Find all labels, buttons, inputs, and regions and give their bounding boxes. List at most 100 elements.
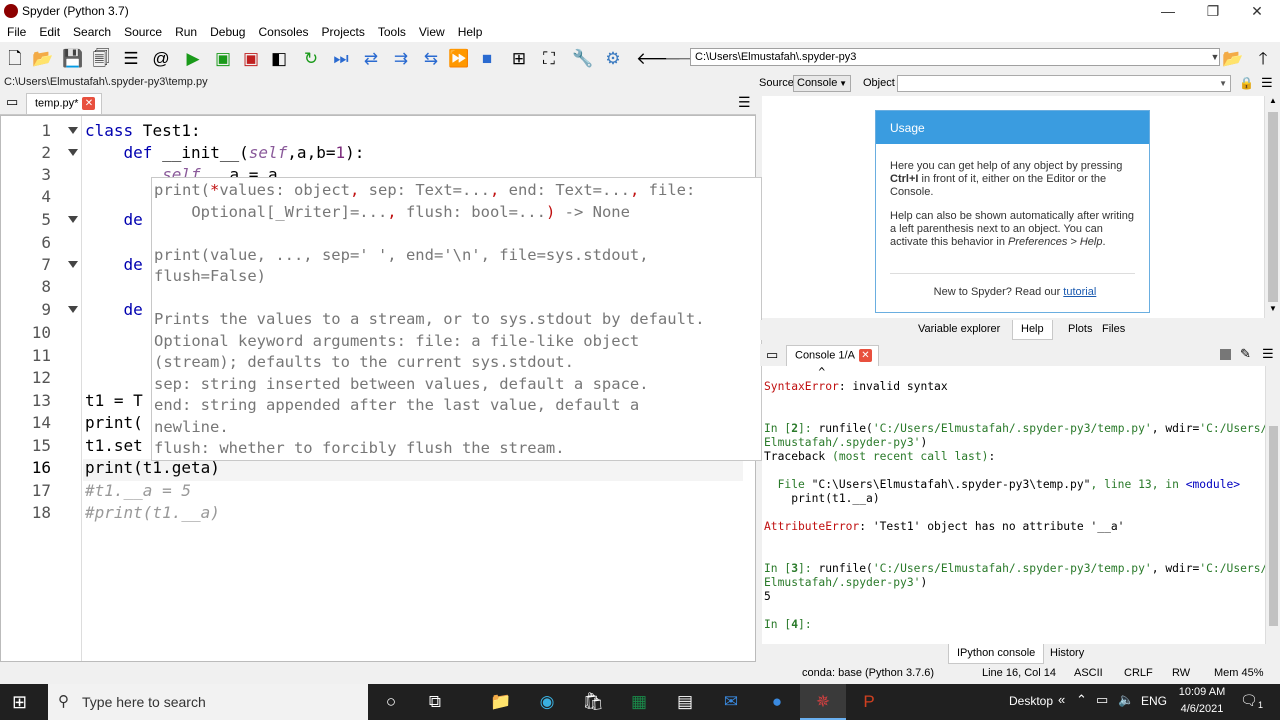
menu-edit[interactable]: Edit xyxy=(32,22,66,39)
run-cell-icon[interactable]: ▣ xyxy=(212,48,234,70)
menu-debug[interactable]: Debug xyxy=(203,22,251,39)
stop-kernel-icon[interactable] xyxy=(1220,349,1231,360)
tab-help[interactable]: Help xyxy=(1012,320,1053,340)
run-selection-icon[interactable]: ◧ xyxy=(268,48,290,70)
lock-icon[interactable]: 🔒 xyxy=(1239,76,1254,90)
desktop-toolbar-label[interactable]: Desktop xyxy=(1009,694,1053,708)
clock-date[interactable]: 4/6/2021 xyxy=(1176,703,1228,715)
chevron-icon[interactable]: « xyxy=(1058,692,1065,707)
tab-variable-explorer[interactable]: Variable explorer xyxy=(910,320,1008,340)
ipython-console[interactable]: ^ SyntaxError: invalid syntax In [2]: ru… xyxy=(762,366,1265,644)
options-menu-icon[interactable]: ☰ xyxy=(738,94,751,111)
menu-consoles[interactable]: Consoles xyxy=(251,22,314,39)
code-line: t1.set xyxy=(85,436,143,455)
menu-projects[interactable]: Projects xyxy=(315,22,371,39)
forward-arrow-icon[interactable]: 🡒 xyxy=(664,48,710,70)
scroll-thumb[interactable] xyxy=(1268,112,1278,302)
back-arrow-icon[interactable]: 🡐 xyxy=(636,48,682,70)
calltip-text: , xyxy=(630,181,649,199)
fold-arrow-icon[interactable] xyxy=(68,216,78,223)
tab-ipython-console[interactable]: IPython console xyxy=(948,644,1045,664)
minimize-button[interactable]: — xyxy=(1146,0,1190,22)
object-input[interactable]: ▼ xyxy=(897,75,1231,92)
source-select[interactable]: Console ▼ xyxy=(793,75,851,92)
at-icon[interactable]: @ xyxy=(150,48,172,70)
help-scrollbar[interactable]: ▲ ▼ xyxy=(1264,96,1280,318)
zoom-icon[interactable]: ● xyxy=(764,690,790,714)
tab-console-1a[interactable]: Console 1/A ✕ xyxy=(786,345,879,366)
stop-icon[interactable]: ■ xyxy=(476,48,498,70)
parent-dir-arrow-icon[interactable]: 🡑 xyxy=(1252,48,1274,70)
run-cell-advance-icon[interactable]: ▣ xyxy=(240,48,262,70)
step-icon[interactable]: ⇄ xyxy=(360,48,382,70)
save-all-icon[interactable]: 🗐 xyxy=(90,48,112,70)
new-file-icon[interactable]: 🗋 xyxy=(4,48,26,70)
store-icon[interactable]: 🛍 xyxy=(580,690,606,714)
volume-icon[interactable]: 🔈 xyxy=(1118,692,1134,708)
options-menu-icon[interactable]: ☰ xyxy=(1262,346,1274,362)
tab-temp-py[interactable]: temp.py* ✕ xyxy=(26,93,103,114)
fullscreen-icon[interactable]: ⛶ xyxy=(538,48,560,70)
step-return-icon[interactable]: ⇆ xyxy=(420,48,442,70)
battery-icon[interactable]: ▭ xyxy=(1096,692,1108,708)
menu-help[interactable]: Help xyxy=(451,22,489,39)
fold-arrow-icon[interactable] xyxy=(68,149,78,156)
list-icon[interactable]: ☰ xyxy=(120,48,142,70)
eraser-icon[interactable]: ✎ xyxy=(1240,346,1251,362)
close-tab-icon[interactable]: ✕ xyxy=(858,349,872,362)
continue-icon[interactable]: ⏩ xyxy=(448,48,470,70)
string-token: 'C:/Users/Elmustafah/.spyder-py3/temp.py… xyxy=(872,422,1152,435)
browse-folder-icon[interactable]: 📂 xyxy=(1222,48,1244,70)
fold-arrow-icon[interactable] xyxy=(68,306,78,313)
file-explorer-icon[interactable]: 📁 xyxy=(488,690,514,714)
self-token: self xyxy=(248,143,288,162)
tab-files[interactable]: Files xyxy=(1094,320,1133,340)
cortana-icon[interactable]: ○ xyxy=(378,690,404,714)
menu-run[interactable]: Run xyxy=(168,22,203,39)
menu-file[interactable]: File xyxy=(0,22,32,39)
taskbar-search-box[interactable]: Type here to search xyxy=(48,684,368,720)
clock-time[interactable]: 10:09 AM xyxy=(1176,686,1228,698)
mail-icon[interactable]: ✉ xyxy=(718,690,744,714)
tutorial-link[interactable]: tutorial xyxy=(1063,286,1096,298)
task-view-icon[interactable]: ⧉ xyxy=(422,690,448,714)
python-path-icon[interactable]: ⚙ xyxy=(602,48,624,70)
close-tab-icon[interactable]: ✕ xyxy=(82,97,96,110)
maximize-pane-icon[interactable]: ⊞ xyxy=(508,48,530,70)
excel-icon[interactable]: ▦ xyxy=(626,690,652,714)
fold-arrow-icon[interactable] xyxy=(68,127,78,134)
open-file-icon[interactable]: 📂 xyxy=(32,48,54,70)
tray-overflow-icon[interactable]: ⌃ xyxy=(1076,692,1087,708)
windows-start-icon[interactable]: ⊞ xyxy=(12,692,27,713)
scroll-down-icon[interactable]: ▼ xyxy=(1269,304,1277,313)
language-indicator[interactable]: ENG xyxy=(1141,694,1167,708)
console-text: ^ xyxy=(764,366,826,379)
title-bar: Spyder (Python 3.7) — ❐ ✕ xyxy=(0,0,1280,22)
menu-view[interactable]: View xyxy=(412,22,451,39)
fold-arrow-icon[interactable] xyxy=(68,261,78,268)
save-icon[interactable]: 💾 xyxy=(62,48,84,70)
run-icon[interactable]: ▶ xyxy=(182,48,204,70)
debug-icon[interactable]: ⏭ xyxy=(330,48,352,70)
close-button[interactable]: ✕ xyxy=(1235,0,1279,22)
notification-icon[interactable]: 🗨 xyxy=(1240,692,1258,709)
edge-icon[interactable]: ◉ xyxy=(534,690,560,714)
scroll-thumb[interactable] xyxy=(1269,426,1278,626)
menu-search[interactable]: Search xyxy=(66,22,117,39)
browse-tabs-icon[interactable]: ▭ xyxy=(6,94,18,110)
rerun-icon[interactable]: ↻ xyxy=(300,48,322,70)
menu-source[interactable]: Source xyxy=(117,22,168,39)
chevron-down-icon[interactable]: ▼ xyxy=(1208,48,1222,66)
working-directory-input[interactable]: C:\Users\Elmustafah\.spyder-py3 xyxy=(690,48,1220,66)
options-menu-icon[interactable]: ☰ xyxy=(1261,75,1273,91)
powerpoint-icon[interactable]: P xyxy=(856,690,882,714)
menu-tools[interactable]: Tools xyxy=(371,22,412,39)
maximize-button[interactable]: ❐ xyxy=(1191,0,1235,22)
console-scrollbar[interactable] xyxy=(1265,366,1280,644)
wrench-icon[interactable]: 🔧 xyxy=(572,48,594,70)
scroll-up-icon[interactable]: ▲ xyxy=(1269,96,1277,105)
tab-history[interactable]: History xyxy=(1042,644,1092,664)
taskbar-app-icon[interactable]: ▤ xyxy=(672,690,698,714)
browse-tabs-icon[interactable]: ▭ xyxy=(766,347,778,363)
step-into-icon[interactable]: ⇉ xyxy=(390,48,412,70)
